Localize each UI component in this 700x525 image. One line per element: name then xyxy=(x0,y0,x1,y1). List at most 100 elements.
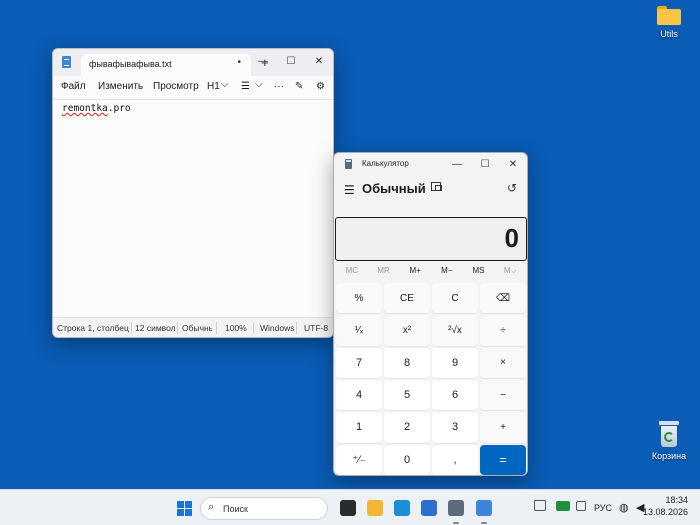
status-encoding[interactable]: UTF-8 xyxy=(304,323,328,333)
calculator-display: 0 xyxy=(335,217,527,261)
memory-button[interactable]: MS xyxy=(463,266,495,280)
menu-file[interactable]: Файл xyxy=(61,81,86,92)
status-format[interactable]: Обычный xyxy=(182,323,212,333)
clock-date[interactable]: 13.08.2026 xyxy=(642,507,688,517)
taskbar-app-notepad-icon[interactable] xyxy=(476,500,492,516)
calc-key[interactable]: 6 xyxy=(432,380,478,411)
clock-time[interactable]: 18:34 xyxy=(656,495,688,505)
calc-key[interactable]: 2 xyxy=(384,412,430,443)
maximize-button[interactable]: ☐ xyxy=(471,153,499,175)
taskbar-app-calculator-icon[interactable] xyxy=(448,500,464,516)
misspelled-word[interactable]: remontka xyxy=(62,103,108,114)
calc-key[interactable]: 3 xyxy=(432,412,478,443)
memory-button[interactable]: M− xyxy=(431,266,463,280)
notepad-window: фывафывафыва.txt • + — ☐ ✕ Файл Изменить… xyxy=(52,48,334,338)
folder-icon xyxy=(657,6,681,25)
security-icon[interactable] xyxy=(556,501,570,511)
running-indicator xyxy=(481,522,487,524)
calc-key[interactable]: × xyxy=(480,347,526,378)
desktop-icon-label: Utils xyxy=(660,29,678,39)
calc-key[interactable]: 8 xyxy=(384,347,430,378)
notification-app-icon[interactable] xyxy=(534,500,546,511)
running-indicator xyxy=(453,522,459,524)
calc-key[interactable]: ⌫ xyxy=(480,283,526,314)
notepad-editor[interactable]: remontka.pro xyxy=(62,103,131,114)
calc-key[interactable]: 0 xyxy=(384,444,430,475)
notepad-titlebar[interactable]: фывафывафыва.txt • + — ☐ ✕ xyxy=(53,49,333,76)
notepad-tab[interactable]: фывафывафыва.txt • xyxy=(81,54,251,76)
keyboard-icon[interactable] xyxy=(576,501,586,511)
chevron-down-icon[interactable]: ⌵ xyxy=(221,79,229,90)
menu-edit[interactable]: Изменить xyxy=(98,81,143,92)
start-button[interactable] xyxy=(177,501,192,516)
calc-key[interactable]: 9 xyxy=(432,347,478,378)
taskbar-search[interactable]: ⌕ Поиск xyxy=(200,497,328,520)
calculator-title: Калькулятор xyxy=(362,159,409,168)
display-value: 0 xyxy=(504,223,519,253)
memory-button[interactable]: M⌵ xyxy=(494,266,526,280)
hamburger-menu-icon[interactable]: ☰ xyxy=(344,183,355,197)
calc-key[interactable]: x² xyxy=(384,315,430,346)
calc-key[interactable]: , xyxy=(432,444,478,475)
chevron-down-icon[interactable]: ⌵ xyxy=(255,79,263,90)
menu-view[interactable]: Просмотр xyxy=(153,81,199,92)
calc-key[interactable]: 5 xyxy=(384,380,430,411)
calc-key[interactable]: + xyxy=(480,412,526,443)
calc-key[interactable]: C xyxy=(432,283,478,314)
calc-key[interactable]: = xyxy=(480,444,526,475)
status-zoom[interactable]: 100% xyxy=(225,323,247,333)
calc-key[interactable]: ²√x xyxy=(432,315,478,346)
taskbar-app-task-view-icon[interactable] xyxy=(340,500,356,516)
status-line-endings[interactable]: Windows xyxy=(260,323,294,333)
desktop-icon-recycle-bin[interactable]: Корзина xyxy=(646,421,692,461)
calculator-titlebar[interactable]: Калькулятор — ☐ ✕ xyxy=(334,153,527,175)
minimize-button[interactable]: — xyxy=(249,49,277,73)
status-char-count: 12 символов xyxy=(135,323,175,333)
calc-key[interactable]: 7 xyxy=(336,347,382,378)
calculator-app-icon xyxy=(345,159,352,169)
calc-key[interactable]: % xyxy=(336,283,382,314)
calc-key[interactable]: 4 xyxy=(336,380,382,411)
calc-key[interactable]: CE xyxy=(384,283,430,314)
minimize-button[interactable]: — xyxy=(443,153,471,175)
memory-button[interactable]: MR xyxy=(368,266,400,280)
notepad-menubar: Файл Изменить Просмотр H1 ⌵ ☰ ⌵ ··· ✎ ⚙ xyxy=(53,76,333,100)
more-icon[interactable]: ··· xyxy=(274,81,284,92)
keep-on-top-icon[interactable] xyxy=(431,182,442,191)
memory-button[interactable]: MC xyxy=(336,266,368,280)
calc-key[interactable]: 1 xyxy=(336,412,382,443)
list-icon[interactable]: ☰ xyxy=(241,81,250,92)
calc-key[interactable]: ¹⁄ₓ xyxy=(336,315,382,346)
history-icon[interactable]: ↺ xyxy=(507,181,517,195)
desktop: Utils Корзина фывафывафыва.txt • + — ☐ ✕… xyxy=(0,0,700,525)
maximize-button[interactable]: ☐ xyxy=(277,49,305,73)
heading-dropdown[interactable]: H1 xyxy=(207,81,220,92)
taskbar-app-store-icon[interactable] xyxy=(421,500,437,516)
calculator-header: ☰ Обычный ↺ xyxy=(334,177,527,201)
copilot-icon[interactable]: ✎ xyxy=(295,81,303,92)
notepad-statusbar: Строка 1, столбец 13 12 символов Обычный… xyxy=(53,317,333,337)
network-icon[interactable]: ◍ xyxy=(619,501,629,514)
close-button[interactable]: ✕ xyxy=(499,153,527,175)
memory-button[interactable]: M+ xyxy=(399,266,431,280)
desktop-icon-label: Корзина xyxy=(651,451,687,461)
memory-bar: MC MR M+ M− MS M⌵ xyxy=(336,266,526,280)
recycle-bin-icon xyxy=(658,421,680,447)
notepad-app-icon xyxy=(62,56,71,68)
taskbar: ⌕ Поиск РУС ◍ ◀ 18:34 13.08.2026 xyxy=(0,489,700,525)
settings-icon[interactable]: ⚙ xyxy=(316,81,325,92)
taskbar-app-file-explorer-icon[interactable] xyxy=(367,500,383,516)
taskbar-app-edge-icon[interactable] xyxy=(394,500,410,516)
language-indicator[interactable]: РУС xyxy=(594,503,612,513)
calc-key[interactable]: ⁺⁄₋ xyxy=(336,444,382,475)
close-button[interactable]: ✕ xyxy=(305,49,333,73)
search-placeholder: Поиск xyxy=(223,504,248,514)
unsaved-dot-icon[interactable]: • xyxy=(237,57,241,68)
editor-text: .pro xyxy=(107,103,131,114)
calculator-window: Калькулятор — ☐ ✕ ☰ Обычный ↺ 0 MC MR M+ M−… xyxy=(333,152,528,476)
calc-key[interactable]: ÷ xyxy=(480,315,526,346)
calculator-keypad: % CE C ⌫ ¹⁄ₓ x² ²√x ÷ 7 8 9 × 4 5 6− 1 2 3 + ⁺⁄₋ 0, = xyxy=(336,283,526,475)
status-position: Строка 1, столбец 13 xyxy=(57,323,131,333)
desktop-icon-utils[interactable]: Utils xyxy=(646,6,692,39)
calc-key[interactable]: − xyxy=(480,380,526,411)
